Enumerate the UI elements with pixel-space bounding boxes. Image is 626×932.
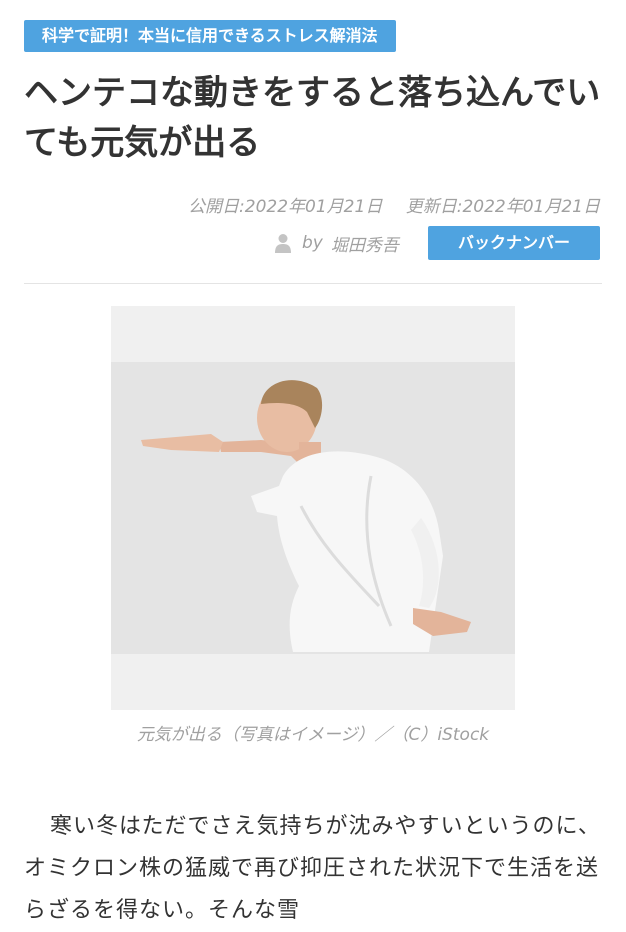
author-name[interactable]: 堀田秀吾 <box>331 231 399 256</box>
article-photo <box>111 306 515 710</box>
article-title: ヘンテコな動きをすると落ち込んでいても元気が出る <box>24 73 601 163</box>
published-date: 公開日:2022年01月21日 <box>188 197 383 217</box>
category-badge[interactable]: 科学で証明！本当に信用できるストレス解消法 <box>24 20 396 52</box>
article-body: 寒い冬はただでさえ気持ちが沈みやすいというのに、オミクロン株の猛威で再び抑圧され… <box>24 814 601 923</box>
backnumber-button[interactable]: バックナンバー <box>428 226 600 260</box>
article-dates: 公開日:2022年01月21日 更新日:2022年01月21日 <box>188 192 600 217</box>
photo-caption: 元気が出る（写真はイメージ）／（C）iStock <box>136 725 490 745</box>
updated-date: 更新日:2022年01月21日 <box>405 197 600 217</box>
divider <box>24 283 602 284</box>
person-icon <box>275 234 291 253</box>
byline-prefix: by <box>302 233 323 253</box>
author-byline: by 堀田秀吾 <box>274 226 399 260</box>
